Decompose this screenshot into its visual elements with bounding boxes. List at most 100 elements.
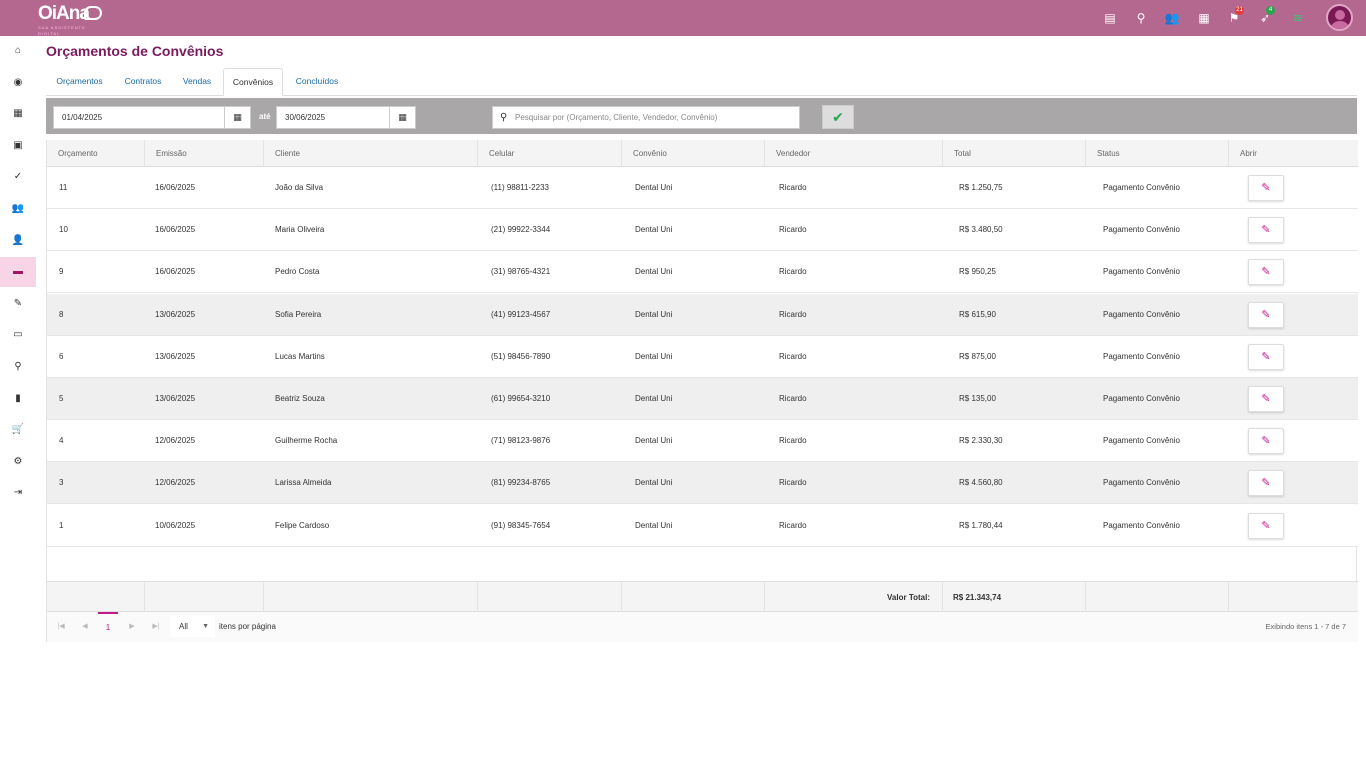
cell-status: Pagamento Convênio [1103, 520, 1180, 530]
pencil-icon: ✎ [1261, 182, 1271, 194]
table-row[interactable]: 10 16/06/2025 Maria Oliveira (21) 99922-334… [47, 209, 1358, 252]
column-header-total[interactable]: Total [942, 140, 1085, 167]
tab-vendas[interactable]: Vendas [174, 68, 220, 96]
table-row[interactable]: 6 13/06/2025 Lucas Martins (51) 98456-7890 D… [47, 335, 1358, 378]
users-icon[interactable]: 👥 [1164, 10, 1180, 26]
cell-convenio: Dental Uni [635, 436, 673, 446]
table-row[interactable]: 1 10/06/2025 Felipe Cardoso (91) 98345-7654… [47, 504, 1358, 547]
column-header-cliente[interactable]: Cliente [263, 140, 477, 167]
column-header-emissao[interactable]: Emissão [144, 140, 263, 167]
cell-vendedor: Ricardo [779, 225, 807, 235]
notification-badge: 21 [1235, 6, 1244, 15]
sidebar: ⌂ ◉ ▦ ▣ ✓ 👥 👤 ▬ ✎ ▭ ⚲ ▮ 🛒 ⚙ ⇥ [0, 36, 36, 768]
edit-button[interactable]: ✎ [1248, 217, 1284, 244]
edit-button[interactable]: ✎ [1248, 470, 1284, 497]
search-placeholder: Pesquisar por (Orçamento, Cliente, Vende… [515, 113, 718, 122]
edit-button[interactable]: ✎ [1248, 175, 1284, 201]
prev-page-icon[interactable]: ◀ [78, 620, 92, 634]
apply-filter-button[interactable]: ✔ [822, 105, 854, 129]
top-bar: OiAna SUA ASSISTENTE DIGITAL ▤ ⚲ 👥 ▦ ⚑ 21 ➶ 4 ≋ [0, 0, 1366, 36]
search-icon[interactable]: ⚲ [1133, 10, 1149, 26]
sidebar-user-plus-icon[interactable]: 👤 [0, 226, 36, 256]
rocket-icon[interactable]: ➶ 4 [1257, 6, 1275, 26]
column-header-vendedor[interactable]: Vendedor [764, 140, 942, 167]
next-page-icon[interactable]: ▶ [125, 620, 139, 634]
tab-concluidos[interactable]: Concluídos [286, 68, 348, 96]
cell-vendedor: Ricardo [779, 267, 807, 277]
cell-convenio: Dental Uni [635, 394, 673, 403]
edit-button[interactable]: ✎ [1248, 512, 1284, 539]
cell-celular: (71) 98123-9876 [491, 436, 551, 446]
cell-orcamento: 6 [59, 351, 64, 361]
column-header-orcamento[interactable]: Orçamento [47, 140, 144, 167]
cell-vendedor: Ricardo [779, 436, 807, 446]
tab-convenios[interactable]: Convênios [223, 68, 283, 96]
page-size-select[interactable]: All ▼ [170, 616, 215, 637]
pencil-icon: ✎ [1261, 519, 1271, 532]
sidebar-check-icon[interactable]: ✓ [0, 162, 36, 192]
sidebar-calendar-icon[interactable]: ▦ [0, 99, 36, 129]
search-input[interactable]: ⚲ Pesquisar por (Orçamento, Cliente, Ven… [492, 106, 800, 129]
sidebar-settings-icon[interactable]: ⚙ [0, 447, 36, 477]
tab-orcamentos[interactable]: Orçamentos [46, 68, 113, 96]
column-header-celular[interactable]: Celular [477, 140, 621, 167]
table-row[interactable]: 5 13/06/2025 Beatriz Souza (61) 99654-3210 D… [47, 378, 1358, 420]
cell-total: R$ 1.780,44 [959, 520, 1003, 530]
cell-total: R$ 615,90 [959, 309, 996, 319]
calendar-icon[interactable]: ▦ [389, 106, 416, 129]
cell-celular: (11) 98811-2233 [491, 183, 549, 192]
column-header-status[interactable]: Status [1085, 140, 1228, 167]
edit-button[interactable]: ✎ [1248, 259, 1284, 286]
sidebar-edit-icon[interactable]: ✎ [0, 289, 36, 319]
cell-orcamento: 4 [59, 436, 64, 446]
sidebar-money-icon[interactable]: ▬ [0, 257, 36, 288]
sidebar-logout-icon[interactable]: ⇥ [0, 478, 36, 508]
sidebar-search-icon[interactable]: ⚲ [0, 352, 36, 382]
sidebar-palette-icon[interactable]: ◉ [0, 68, 36, 98]
cell-total: R$ 2.330,30 [959, 436, 1003, 446]
avatar[interactable] [1326, 4, 1353, 31]
cell-emissao: 10/06/2025 [155, 520, 196, 530]
first-page-icon[interactable]: |◀ [54, 620, 68, 634]
pagination: |◀ ◀ 1 ▶ ▶| All ▼ itens por página Exibi… [47, 612, 1358, 642]
table-row[interactable]: 8 13/06/2025 Sofia Pereira (41) 99123-4567 D… [47, 293, 1358, 336]
date-from-input[interactable]: 01/04/2025 [53, 106, 225, 129]
date-to-input[interactable]: 30/06/2025 [276, 106, 390, 129]
cell-status: Pagamento Convênio [1103, 267, 1180, 277]
table-row[interactable]: 4 12/06/2025 Guilherme Rocha (71) 98123-987… [47, 420, 1358, 463]
table-row[interactable]: 11 16/06/2025 João da Silva (11) 98811-2233… [47, 167, 1358, 209]
cell-convenio: Dental Uni [635, 267, 673, 277]
cell-vendedor: Ricardo [779, 309, 807, 319]
clipboard-icon[interactable]: ▤ [1102, 10, 1118, 26]
sidebar-calendar-check-icon[interactable]: ▣ [0, 131, 36, 161]
sidebar-users-icon[interactable]: 👥 [0, 194, 36, 224]
app-logo[interactable]: OiAna SUA ASSISTENTE DIGITAL [38, 3, 108, 36]
sidebar-file-icon[interactable]: ▮ [0, 384, 36, 414]
column-header-abrir: Abrir [1228, 140, 1347, 167]
calendar-icon[interactable]: ▦ [1196, 10, 1212, 26]
wifi-icon[interactable]: ≋ [1290, 10, 1306, 26]
pencil-icon: ✎ [1261, 393, 1271, 405]
cell-cliente: Guilherme Rocha [275, 436, 338, 446]
edit-button[interactable]: ✎ [1248, 386, 1284, 412]
calendar-icon[interactable]: ▦ [224, 106, 251, 129]
tab-contratos[interactable]: Contratos [115, 68, 171, 96]
table-row[interactable]: 3 12/06/2025 Larissa Almeida (81) 99234-876… [47, 462, 1358, 505]
sidebar-home-icon[interactable]: ⌂ [0, 36, 36, 66]
last-page-icon[interactable]: ▶| [149, 620, 163, 634]
table-row[interactable]: 9 16/06/2025 Pedro Costa (31) 98765-4321 Den… [47, 251, 1358, 294]
column-header-convenio[interactable]: Convênio [621, 140, 764, 167]
page-number[interactable]: 1 [98, 612, 118, 642]
edit-button[interactable]: ✎ [1248, 343, 1284, 370]
cell-total: R$ 875,00 [959, 351, 996, 361]
cell-orcamento: 10 [59, 225, 68, 235]
cell-convenio: Dental Uni [635, 520, 673, 530]
flag-icon[interactable]: ⚑ 21 [1226, 6, 1244, 26]
edit-button[interactable]: ✎ [1248, 301, 1284, 328]
sidebar-id-card-icon[interactable]: ▭ [0, 320, 36, 350]
cell-emissao: 13/06/2025 [155, 309, 196, 319]
cell-celular: (41) 99123-4567 [491, 309, 551, 319]
edit-button[interactable]: ✎ [1248, 428, 1284, 455]
cell-emissao: 13/06/2025 [155, 394, 196, 403]
sidebar-cart-icon[interactable]: 🛒 [0, 415, 36, 445]
